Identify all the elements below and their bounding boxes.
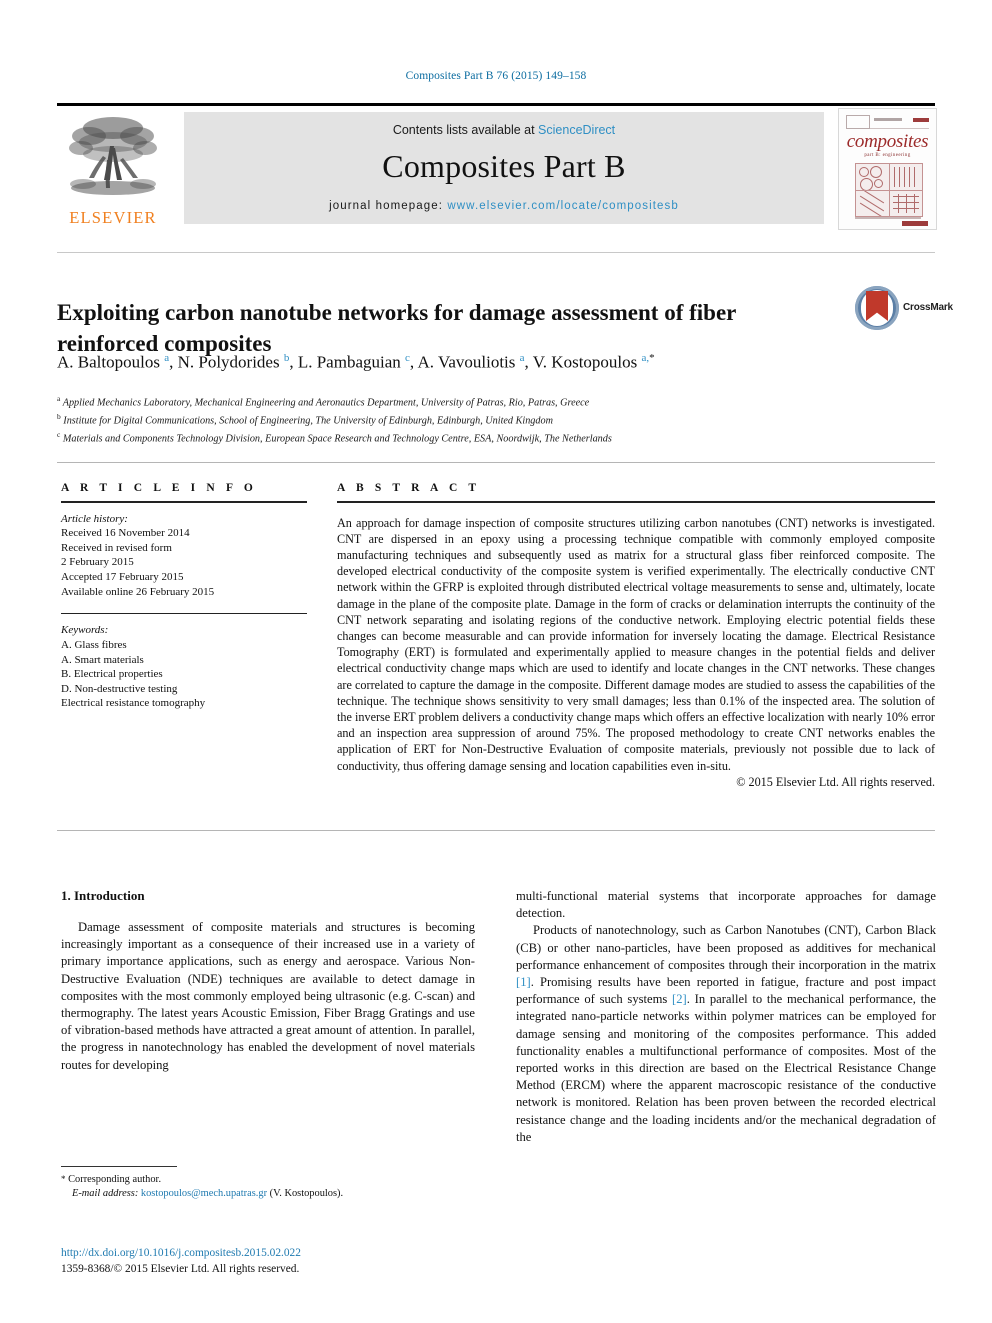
info-block-top-rule xyxy=(57,462,935,463)
cover-bottom-mark xyxy=(902,221,928,226)
article-page: Composites Part B 76 (2015) 149–158 ELSE… xyxy=(0,0,992,1323)
article-history-label: Article history: xyxy=(61,512,128,525)
history-item: 2 February 2015 xyxy=(61,556,134,569)
keywords-label: Keywords: xyxy=(61,624,109,637)
email-line: E-mail address: kostopoulos@mech.upatras… xyxy=(61,1187,481,1201)
cover-title: composites xyxy=(846,131,929,152)
contents-prefix: Contents lists available at xyxy=(392,123,539,137)
journal-homepage-line: journal homepage: www.elsevier.com/locat… xyxy=(184,200,824,212)
crossmark-label: CrossMark xyxy=(903,302,953,313)
cover-issue-text xyxy=(874,118,902,121)
cover-cell-grid xyxy=(889,190,922,216)
corresponding-author-label: Corresponding author. xyxy=(68,1174,162,1185)
affiliation-mark: b xyxy=(57,411,61,421)
cover-image-grid xyxy=(855,163,923,217)
abstract-rule xyxy=(337,501,935,503)
abstract-column: A B S T R A C T An approach for damage i… xyxy=(337,482,935,790)
email-label: E-mail address: xyxy=(72,1188,139,1200)
info-block-bottom-rule xyxy=(57,830,935,831)
contents-available-line: Contents lists available at ScienceDirec… xyxy=(184,123,824,137)
affiliation-list: a Applied Mechanics Laboratory, Mechanic… xyxy=(57,392,857,446)
abstract-heading: A B S T R A C T xyxy=(337,482,481,494)
cover-subtitle: part B: engineering xyxy=(864,153,911,158)
running-head: Composites Part B 76 (2015) 149–158 xyxy=(405,70,587,82)
header-rule xyxy=(57,103,935,106)
abstract-text: An approach for damage inspection of com… xyxy=(337,515,935,773)
title-divider xyxy=(57,252,935,253)
journal-title: Composites Part B xyxy=(382,148,626,184)
affiliation-item: c Materials and Components Technology Di… xyxy=(57,429,612,445)
citation-link-1[interactable]: [1] xyxy=(516,975,531,989)
cover-cell-laminate xyxy=(889,164,922,190)
affiliation-item: a Applied Mechanics Laboratory, Mechanic… xyxy=(57,394,590,409)
keywords-rule xyxy=(61,613,307,615)
sciencedirect-link[interactable]: ScienceDirect xyxy=(538,123,615,137)
article-info-heading: A R T I C L E I N F O xyxy=(61,482,257,494)
elsevier-logo: ELSEVIER xyxy=(57,112,169,228)
email-link[interactable]: kostopoulos@mech.upatras.gr xyxy=(141,1188,267,1199)
cover-header-strip xyxy=(846,115,929,129)
page-title: Exploiting carbon nanotube networks for … xyxy=(57,300,736,357)
cover-cell-fibers xyxy=(856,164,889,190)
journal-homepage-link[interactable]: www.elsevier.com/locate/compositesb xyxy=(447,200,679,212)
cover-cell-weave xyxy=(856,190,889,216)
keywords-group: Keywords: A. Glass fibres A. Smart mater… xyxy=(61,623,307,711)
intro-paragraph-right-1: multi-functional material systems that i… xyxy=(516,889,936,921)
cover-issn-mark xyxy=(913,118,929,122)
citation-link-2[interactable]: [2] xyxy=(672,992,687,1006)
journal-cover-thumbnail[interactable]: composites part B: engineering xyxy=(838,108,937,230)
affiliation-mark: c xyxy=(57,429,61,439)
keyword-item: B. Electrical properties xyxy=(61,668,163,681)
affiliation-mark: a xyxy=(57,394,61,403)
doi-link[interactable]: http://dx.doi.org/10.1016/j.compositesb.… xyxy=(61,1246,561,1262)
article-info-column: A R T I C L E I N F O Article history: R… xyxy=(61,482,307,711)
footnote-rule xyxy=(61,1166,177,1167)
keyword-item: A. Smart materials xyxy=(61,653,144,666)
affiliation-item: b Institute for Digital Communications, … xyxy=(57,411,553,427)
history-item: Accepted 17 February 2015 xyxy=(61,570,184,583)
keyword-item: D. Non-destructive testing xyxy=(61,682,178,695)
keyword-item: Electrical resistance tomography xyxy=(61,697,206,710)
abstract-copyright: © 2015 Elsevier Ltd. All rights reserved… xyxy=(736,774,935,789)
crossmark-badge[interactable]: CrossMark xyxy=(855,286,953,332)
journal-banner: Contents lists available at ScienceDirec… xyxy=(184,112,824,224)
doi-block: http://dx.doi.org/10.1016/j.compositesb.… xyxy=(61,1246,561,1277)
keyword-item: A. Glass fibres xyxy=(61,639,127,652)
crossmark-icon xyxy=(855,286,899,330)
history-item: Received 16 November 2014 xyxy=(61,527,190,540)
cover-elsevier-mark xyxy=(846,115,870,129)
article-info-rule xyxy=(61,501,307,503)
body-column-left: 1. Introduction Damage assessment of com… xyxy=(61,888,475,1074)
history-item: Available online 26 February 2015 xyxy=(61,585,215,598)
homepage-prefix: journal homepage: xyxy=(329,200,448,212)
author-list: A. Baltopoulos a, N. Polydorides b, L. P… xyxy=(57,352,655,372)
elsevier-wordmark: ELSEVIER xyxy=(69,208,157,227)
body-column-right: multi-functional material systems that i… xyxy=(516,888,936,1146)
journal-masthead: ELSEVIER Contents lists available at Sci… xyxy=(57,108,937,230)
footnote-block: * Corresponding author. E-mail address: … xyxy=(61,1172,481,1202)
intro-paragraph-right-2: Products of nanotechnology, such as Carb… xyxy=(516,923,936,1144)
elsevier-tree-icon xyxy=(69,117,157,195)
corresponding-author-line: * Corresponding author. xyxy=(61,1172,481,1187)
corresponding-author-mark: * xyxy=(61,1174,66,1184)
issn-copyright-line: 1359-8368/© 2015 Elsevier Ltd. All right… xyxy=(61,1262,300,1275)
cover-caption-strip xyxy=(855,217,921,219)
intro-paragraph-left: Damage assessment of composite materials… xyxy=(61,920,475,1072)
history-item: Received in revised form xyxy=(61,541,172,554)
article-history: Article history: Received 16 November 20… xyxy=(61,512,307,600)
section-heading-introduction: 1. Introduction xyxy=(61,888,145,903)
email-owner: (V. Kostopoulos). xyxy=(269,1188,344,1200)
